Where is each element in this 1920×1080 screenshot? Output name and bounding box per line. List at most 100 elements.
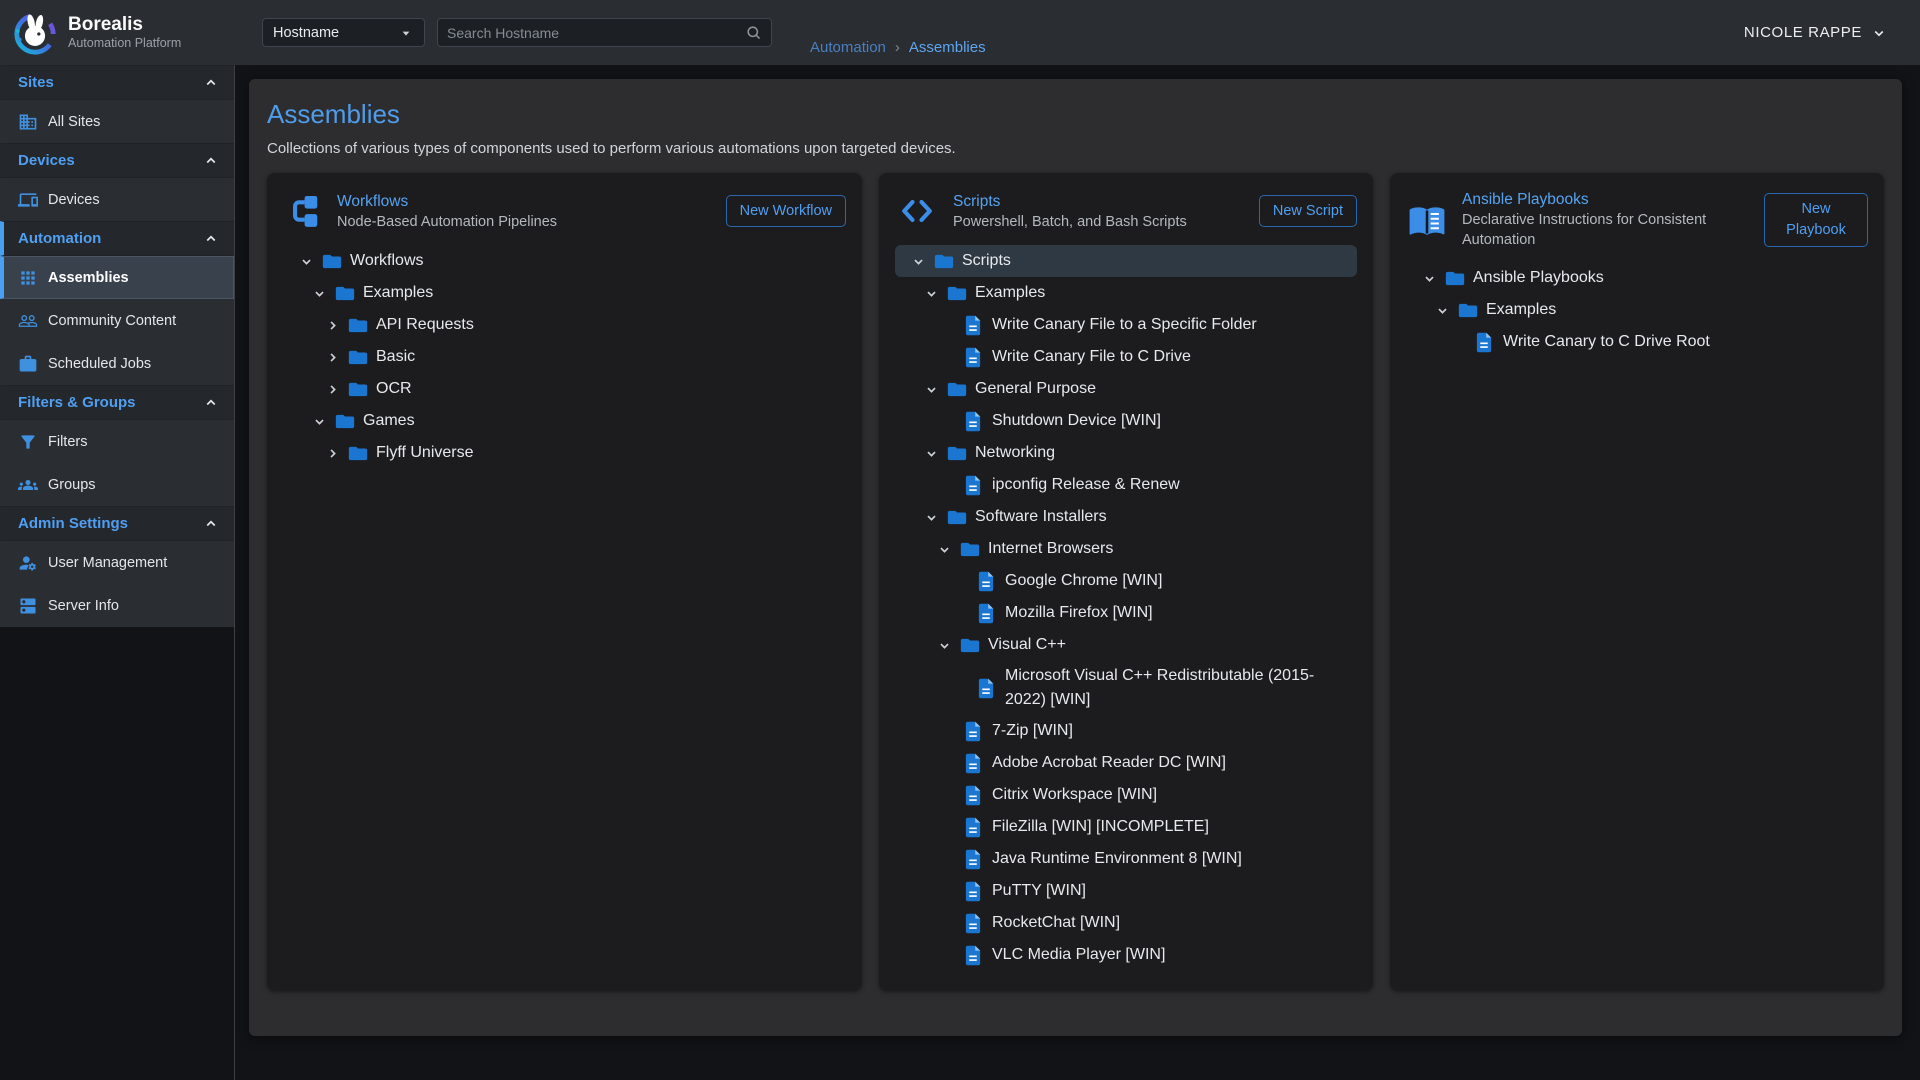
tree-item-flyff-universe[interactable]: Flyff Universe [283, 437, 846, 469]
brand-tagline: Automation Platform [68, 36, 181, 51]
sidebar-item-scheduled-jobs[interactable]: Scheduled Jobs [0, 342, 234, 385]
new-script-button[interactable]: New Script [1259, 195, 1357, 227]
chevron-down-icon[interactable] [923, 509, 947, 526]
brand-name: Borealis [68, 14, 181, 36]
file-icon [964, 881, 982, 902]
tree-item-label: 7-Zip [WIN] [992, 716, 1081, 746]
sidebar-section-sites[interactable]: Sites [0, 65, 234, 100]
tree-item-workflows[interactable]: Workflows [283, 245, 846, 277]
user-name: NICOLE RAPPE [1744, 24, 1862, 41]
tree-item-ansible-playbooks[interactable]: Ansible Playbooks [1406, 262, 1868, 294]
tree-item-write-canary-file-to-a-specific-folder[interactable]: Write Canary File to a Specific Folder [895, 309, 1357, 341]
sidebar-item-server-info[interactable]: Server Info [0, 584, 234, 627]
tree-item-software-installers[interactable]: Software Installers [895, 501, 1357, 533]
chevron-down-icon[interactable] [311, 285, 335, 302]
workflows-card-title[interactable]: Workflows [337, 191, 716, 212]
tree-item-filezilla-win-incomplete[interactable]: FileZilla [WIN] [INCOMPLETE] [895, 811, 1357, 843]
tree-item-shutdown-device-win[interactable]: Shutdown Device [WIN] [895, 405, 1357, 437]
workflows-tree: WorkflowsExamplesAPI RequestsBasicOCRGam… [283, 245, 846, 469]
sidebar-section-devices[interactable]: Devices [0, 143, 234, 178]
tree-item-7-zip-win[interactable]: 7-Zip [WIN] [895, 715, 1357, 747]
file-icon [964, 945, 982, 966]
tree-item-label: RocketChat [WIN] [992, 908, 1128, 938]
chevron-down-icon[interactable] [923, 445, 947, 462]
tree-item-citrix-workspace-win[interactable]: Citrix Workspace [WIN] [895, 779, 1357, 811]
new-playbook-button[interactable]: New Playbook [1764, 193, 1868, 247]
folder-icon [348, 381, 368, 398]
tree-item-ocr[interactable]: OCR [283, 373, 846, 405]
sidebar-item-groups[interactable]: Groups [0, 463, 234, 506]
tree-item-internet-browsers[interactable]: Internet Browsers [895, 533, 1357, 565]
folder-icon [348, 349, 368, 366]
chevron-down-icon[interactable] [311, 413, 335, 430]
chevron-down-icon[interactable] [298, 253, 322, 270]
chevron-down-icon[interactable] [923, 381, 947, 398]
cards-row: Workflows Node-Based Automation Pipeline… [267, 173, 1884, 991]
chevron-down-icon[interactable] [910, 253, 934, 270]
ansible-card-title[interactable]: Ansible Playbooks [1462, 189, 1754, 210]
tree-item-label: Write Canary to C Drive Root [1503, 327, 1718, 357]
tree-item-putty-win[interactable]: PuTTY [WIN] [895, 875, 1357, 907]
sidebar-section-label: Devices [18, 152, 75, 169]
search-input[interactable] [447, 25, 745, 41]
chevron-down-icon[interactable] [936, 637, 960, 654]
tree-item-vlc-media-player-win[interactable]: VLC Media Player [WIN] [895, 939, 1357, 971]
sidebar-item-devices[interactable]: Devices [0, 178, 234, 221]
tree-item-games[interactable]: Games [283, 405, 846, 437]
folder-icon [947, 285, 967, 302]
tree-item-write-canary-file-to-c-drive[interactable]: Write Canary File to C Drive [895, 341, 1357, 373]
tree-item-adobe-acrobat-reader-dc-win[interactable]: Adobe Acrobat Reader DC [WIN] [895, 747, 1357, 779]
sidebar-section-automation[interactable]: Automation [0, 221, 234, 256]
breadcrumb-separator: › [895, 39, 900, 56]
tree-item-basic[interactable]: Basic [283, 341, 846, 373]
tree-item-examples[interactable]: Examples [895, 277, 1357, 309]
borealis-logo[interactable]: Borealis Automation Platform [0, 10, 235, 56]
tree-item-label: Scripts [962, 246, 1019, 276]
chevron-right-icon[interactable] [324, 317, 348, 334]
user-menu[interactable]: NICOLE RAPPE [1744, 24, 1888, 42]
tree-item-microsoft-visual-c-redistributable-2015-2022-win[interactable]: Microsoft Visual C++ Redistributable (20… [895, 661, 1357, 715]
chevron-right-icon[interactable] [324, 445, 348, 462]
tree-item-networking[interactable]: Networking [895, 437, 1357, 469]
folder-icon [960, 541, 980, 558]
sidebar-item-all-sites[interactable]: All Sites [0, 100, 234, 143]
folder-icon [947, 381, 967, 398]
tree-item-write-canary-to-c-drive-root[interactable]: Write Canary to C Drive Root [1406, 326, 1868, 358]
folder-icon [348, 445, 368, 462]
tree-item-scripts[interactable]: Scripts [895, 245, 1357, 277]
tree-item-examples[interactable]: Examples [283, 277, 846, 309]
tree-item-mozilla-firefox-win[interactable]: Mozilla Firefox [WIN] [895, 597, 1357, 629]
breadcrumb-assemblies[interactable]: Assemblies [909, 39, 986, 56]
tree-item-ipconfig-release-renew[interactable]: ipconfig Release & Renew [895, 469, 1357, 501]
tree-item-java-runtime-environment-8-win[interactable]: Java Runtime Environment 8 [WIN] [895, 843, 1357, 875]
file-icon [977, 678, 995, 699]
tree-item-general-purpose[interactable]: General Purpose [895, 373, 1357, 405]
sidebar-item-community-content[interactable]: Community Content [0, 299, 234, 342]
tree-item-label: Basic [376, 342, 423, 372]
tree-item-rocketchat-win[interactable]: RocketChat [WIN] [895, 907, 1357, 939]
chevron-down-icon[interactable] [1421, 270, 1445, 287]
topbar: Borealis Automation Platform Hostname Au… [0, 0, 1920, 65]
tree-item-examples[interactable]: Examples [1406, 294, 1868, 326]
tree-item-api-requests[interactable]: API Requests [283, 309, 846, 341]
main-panel: Assemblies Collections of various types … [249, 79, 1902, 1036]
chevron-right-icon[interactable] [324, 349, 348, 366]
sidebar-item-filters[interactable]: Filters [0, 420, 234, 463]
sidebar-item-assemblies[interactable]: Assemblies [0, 256, 234, 299]
sidebar-section-admin-settings[interactable]: Admin Settings [0, 506, 234, 541]
scripts-card-title[interactable]: Scripts [953, 191, 1249, 212]
chevron-down-icon[interactable] [1434, 302, 1458, 319]
chevron-down-icon[interactable] [936, 541, 960, 558]
sidebar-section-filters-groups[interactable]: Filters & Groups [0, 385, 234, 420]
breadcrumb-automation[interactable]: Automation [810, 39, 886, 56]
tree-item-label: Flyff Universe [376, 438, 482, 468]
folder-icon [960, 637, 980, 654]
chevron-right-icon[interactable] [324, 381, 348, 398]
tree-item-visual-c[interactable]: Visual C++ [895, 629, 1357, 661]
new-workflow-button[interactable]: New Workflow [726, 195, 846, 227]
briefcase-icon [18, 354, 38, 374]
sidebar-item-user-management[interactable]: User Management [0, 541, 234, 584]
chevron-down-icon[interactable] [923, 285, 947, 302]
hostname-select[interactable]: Hostname [262, 18, 425, 47]
tree-item-google-chrome-win[interactable]: Google Chrome [WIN] [895, 565, 1357, 597]
